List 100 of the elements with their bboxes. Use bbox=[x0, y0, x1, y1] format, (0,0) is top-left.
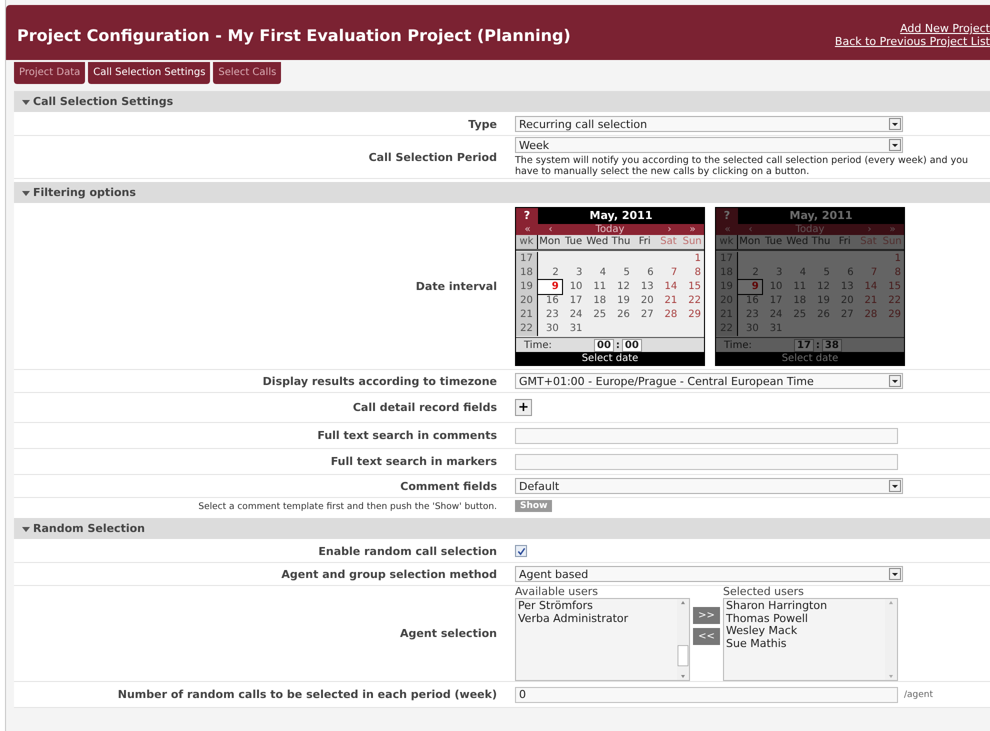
weekday-label: Wed bbox=[585, 235, 610, 249]
help-button[interactable]: ? bbox=[516, 208, 538, 224]
list-item[interactable]: Wesley Mack bbox=[726, 625, 828, 638]
week-number: 18 bbox=[516, 266, 538, 280]
day-cell[interactable]: 31 bbox=[562, 322, 586, 336]
calendar-footer: Select date bbox=[516, 352, 704, 365]
field-label: Agent and group selection method bbox=[281, 568, 497, 580]
list-item[interactable]: Per Strömfors bbox=[518, 600, 628, 612]
calendar-nav-button[interactable]: » bbox=[681, 224, 704, 235]
time-label: Time: bbox=[723, 340, 753, 350]
list-box[interactable]: Sharon Harrington Thomas Powell Wesley Mack Sue Mathis bbox=[723, 598, 898, 681]
field-label: Date interval bbox=[416, 280, 497, 293]
day-cell[interactable]: 26 bbox=[609, 308, 633, 322]
day-cell[interactable]: 20 bbox=[632, 294, 657, 308]
tab[interactable]: Call Selection Settings bbox=[88, 62, 210, 84]
list-item[interactable]: Sue Mathis bbox=[726, 638, 828, 650]
dropdown[interactable]: Agent based bbox=[515, 566, 903, 582]
dropdown[interactable]: Recurring call selection bbox=[515, 116, 903, 132]
day-cell[interactable]: 30 bbox=[538, 322, 562, 336]
week-number: 17 bbox=[516, 252, 538, 266]
header-link[interactable]: Add New Project bbox=[900, 22, 990, 35]
day-cell[interactable]: 21 bbox=[656, 294, 680, 308]
list-item[interactable]: Thomas Powell bbox=[726, 612, 828, 625]
calendar-nav-button[interactable]: ‹ bbox=[539, 224, 562, 235]
tab[interactable]: Select Calls bbox=[213, 62, 282, 84]
header-link[interactable]: Back to Previous Project List bbox=[834, 35, 990, 48]
day-cell[interactable]: 2 bbox=[538, 266, 562, 280]
show-button[interactable]: Show bbox=[515, 500, 552, 512]
field-label: Type bbox=[468, 118, 497, 130]
day-cell[interactable]: 28 bbox=[656, 308, 680, 322]
section-header[interactable]: Call Selection Settings bbox=[14, 91, 990, 112]
time-separator: : bbox=[614, 340, 621, 350]
day-cell[interactable]: 7 bbox=[656, 266, 680, 280]
triangle-icon bbox=[22, 98, 30, 106]
input-field[interactable] bbox=[515, 454, 898, 470]
week-number: 20 bbox=[516, 294, 538, 308]
calendar-title: May, 2011 bbox=[788, 208, 854, 224]
add-button[interactable]: >> bbox=[693, 607, 720, 624]
day-cell[interactable]: 13 bbox=[632, 280, 657, 294]
day-cell[interactable]: 19 bbox=[609, 294, 633, 308]
help-text: Select a comment template first and then push the 'Show' button. bbox=[198, 502, 497, 512]
dropdown[interactable]: GMT+01:00 - Europe/Prague - Central European Time bbox=[515, 373, 903, 389]
calendar-footer: Select date bbox=[716, 352, 904, 365]
weekday-label: Fri bbox=[838, 235, 852, 249]
day-cell[interactable]: 25 bbox=[585, 308, 610, 322]
calendar-nav-button[interactable]: Today bbox=[562, 224, 658, 235]
field-label: Call detail record fields bbox=[352, 401, 497, 414]
day-cell[interactable]: 14 bbox=[656, 280, 680, 294]
hour-field[interactable]: 00 bbox=[594, 338, 614, 352]
calendar-nav-button[interactable]: « bbox=[516, 224, 539, 235]
day-cell[interactable]: 22 bbox=[680, 294, 704, 308]
weekday-label: Tue bbox=[764, 235, 784, 249]
day-cell[interactable]: 27 bbox=[632, 308, 657, 322]
day-cell[interactable]: 11 bbox=[585, 280, 610, 294]
section-header[interactable]: Filtering options bbox=[14, 182, 990, 203]
list-caption: Selected users bbox=[723, 586, 805, 598]
weekday-label: Mon bbox=[738, 235, 762, 249]
day-cell[interactable]: 1 bbox=[680, 252, 704, 266]
minute-field[interactable]: 00 bbox=[622, 338, 642, 352]
list-item[interactable]: Verba Administrator bbox=[518, 612, 628, 625]
checkbox[interactable] bbox=[515, 545, 527, 557]
list-box[interactable]: Per Strömfors Verba Administrator bbox=[515, 598, 690, 681]
day-cell[interactable]: 29 bbox=[680, 308, 704, 322]
scrollbar[interactable] bbox=[677, 599, 689, 680]
input-field[interactable]: 0 bbox=[515, 686, 898, 702]
calendar-nav-button[interactable]: › bbox=[658, 224, 681, 235]
day-cell[interactable]: 4 bbox=[585, 266, 610, 280]
unit-label: /agent bbox=[904, 690, 934, 700]
day-cell[interactable]: 5 bbox=[609, 266, 633, 280]
dropdown[interactable]: Week bbox=[515, 137, 903, 153]
add-button[interactable]: + bbox=[515, 399, 532, 416]
day-cell[interactable]: 16 bbox=[538, 294, 562, 308]
day-cell[interactable]: 6 bbox=[632, 266, 657, 280]
day-cell[interactable]: 8 bbox=[680, 266, 704, 280]
help-text: The system will notify you according to the selected call selection period (every week) and you have to manually select the new calls by clicking on a button. bbox=[515, 155, 970, 177]
field-label: Full text search in markers bbox=[330, 455, 497, 468]
dropdown[interactable]: Default bbox=[515, 478, 903, 494]
day-cell[interactable]: 15 bbox=[680, 280, 704, 294]
day-cell[interactable]: 10 bbox=[562, 280, 586, 294]
week-number: 19 bbox=[516, 280, 538, 294]
field-label: Call Selection Period bbox=[368, 150, 497, 164]
remove-button[interactable]: << bbox=[693, 628, 720, 645]
weekday-label: Mon bbox=[538, 235, 562, 249]
field-label: Display results according to timezone bbox=[262, 374, 497, 388]
day-cell[interactable]: 9 bbox=[538, 280, 562, 294]
weekday-label: Sun bbox=[682, 235, 703, 249]
input-field[interactable] bbox=[515, 428, 898, 444]
weekday-label: Thu bbox=[610, 235, 632, 249]
day-cell[interactable]: 3 bbox=[562, 266, 586, 280]
time-separator: : bbox=[814, 340, 821, 350]
field-label: Number of random calls to be selected in each period (week) bbox=[118, 688, 497, 701]
section-header[interactable]: Random Selection bbox=[14, 518, 990, 539]
day-cell[interactable]: 12 bbox=[609, 280, 633, 294]
tab[interactable]: Project Data bbox=[14, 62, 86, 84]
day-cell[interactable]: 24 bbox=[562, 308, 586, 322]
day-cell[interactable]: 17 bbox=[562, 294, 586, 308]
weekday-label: Tue bbox=[564, 235, 584, 249]
day-cell[interactable]: 23 bbox=[538, 308, 562, 322]
list-item[interactable]: Sharon Harrington bbox=[726, 600, 828, 612]
day-cell[interactable]: 18 bbox=[585, 294, 610, 308]
